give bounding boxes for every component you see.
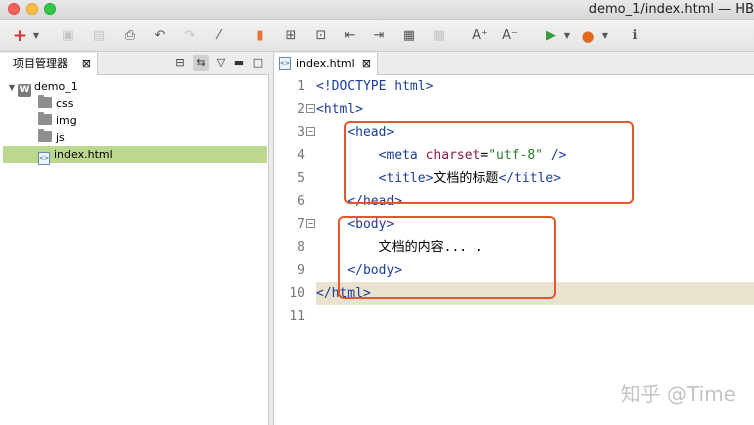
browser-dropdown-icon[interactable]: ▼ (600, 26, 610, 46)
head-highlight-box (344, 121, 634, 204)
tab-index-html[interactable]: <> index.html ⊠ (274, 53, 378, 75)
save-icon[interactable]: ▣ (58, 26, 78, 46)
line-number: 2 (297, 102, 305, 117)
collapse-all-icon[interactable]: ⊟ (172, 55, 188, 71)
line-number: 9 (297, 263, 305, 278)
new-dropdown-icon[interactable]: ▼ (31, 26, 41, 46)
font-increase-icon[interactable]: A⁺ (470, 26, 490, 46)
body-highlight-box (338, 216, 556, 299)
new-icon[interactable]: + (10, 26, 30, 46)
bookmark-icon[interactable]: ▮ (250, 26, 270, 46)
preview-icon[interactable]: ▦ (399, 26, 419, 46)
close-tab-icon[interactable]: ⊠ (82, 53, 91, 75)
fold-toggle-icon[interactable]: − (306, 219, 315, 228)
code-line-1: <!DOCTYPE html> (316, 75, 754, 98)
tree-item-project[interactable]: ▼ Wdemo_1 (6, 78, 78, 97)
watermark: 知乎 @Time (620, 382, 736, 406)
project-manager-panel: 项目管理器 ⊠ ⊟ ⇆ ▽ ▬ □ ▼ Wdemo_1 css img js <>… (0, 53, 269, 425)
view-menu-icon[interactable]: ▽ (213, 55, 229, 71)
tree-item-folder-js[interactable]: js (38, 129, 65, 146)
font-decrease-icon[interactable]: A⁻ (500, 26, 520, 46)
tree-item-label: js (56, 131, 65, 144)
project-icon: W (18, 84, 31, 97)
undo-icon[interactable]: ↶ (150, 26, 170, 46)
title-bar: demo_1/index.html — HB (0, 0, 754, 20)
tree-item-folder-css[interactable]: css (38, 95, 74, 112)
line-number: 3 (297, 125, 305, 140)
fold-toggle-icon[interactable]: − (306, 127, 315, 136)
ide-window: demo_1/index.html — HB + ▼ ▣ ▤ ⎙ ↶ ↷ ⁄ ▮… (0, 0, 754, 425)
tree-item-label: demo_1 (34, 80, 78, 93)
doctype-text: <!DOCTYPE html> (316, 79, 434, 94)
maximize-panel-icon[interactable]: □ (250, 55, 266, 71)
close-window-button[interactable] (8, 3, 20, 15)
line-number-gutter: 1 2 3 4 5 6 7 8 9 10 11 − − − (274, 75, 316, 425)
line-number: 10 (289, 286, 305, 301)
minimize-window-button[interactable] (26, 3, 38, 15)
firefox-icon[interactable]: ● (578, 26, 598, 46)
folder-icon (38, 95, 52, 108)
format-icon[interactable]: ⁄ (209, 26, 229, 46)
editor-tab-label: index.html (296, 57, 355, 70)
html-file-icon: <> (38, 152, 50, 165)
line-number: 1 (297, 79, 305, 94)
line-number: 8 (297, 240, 305, 255)
code-area[interactable]: <!DOCTYPE html> <html> <head> <meta char… (316, 75, 754, 425)
go-back-icon[interactable]: ⇤ (340, 26, 360, 46)
code-line-2: <html> (316, 98, 754, 121)
line-number: 5 (297, 171, 305, 186)
html-file-icon: <> (279, 57, 291, 70)
info-icon[interactable]: ℹ (625, 26, 645, 46)
publish-icon[interactable]: ⎙ (120, 26, 140, 46)
tree-item-folder-img[interactable]: img (38, 112, 77, 129)
run-icon[interactable]: ▶ (541, 26, 561, 46)
tree-item-label: img (56, 114, 77, 127)
main-toolbar: + ▼ ▣ ▤ ⎙ ↶ ↷ ⁄ ▮ ⊞ ⊡ ⇤ ⇥ ▦ ▦ A⁺ A⁻ ▶ ▼ … (0, 20, 754, 52)
editor-tab-bar: <> index.html ⊠ (274, 53, 754, 75)
redo-icon[interactable]: ↷ (180, 26, 200, 46)
tree-item-label: css (56, 97, 74, 110)
folder-icon (38, 112, 52, 125)
expand-arrow-icon[interactable]: ▼ (6, 79, 18, 96)
new-folder-icon[interactable]: ⊡ (311, 26, 331, 46)
zoom-window-button[interactable] (44, 3, 56, 15)
close-tab-icon[interactable]: ⊠ (362, 53, 371, 75)
tree-item-file-index[interactable]: <> index.html (3, 146, 267, 165)
line-number: 11 (289, 309, 305, 324)
code-editor: <> index.html ⊠ 1 2 3 4 5 6 7 8 9 10 11 … (273, 53, 754, 425)
link-editor-icon[interactable]: ⇆ (193, 55, 209, 71)
line-number: 4 (297, 148, 305, 163)
tab-project-manager[interactable]: 项目管理器 ⊠ (0, 53, 98, 75)
new-file-icon[interactable]: ⊞ (281, 26, 301, 46)
tab-project-manager-label: 项目管理器 (13, 57, 68, 70)
preview-alt-icon[interactable]: ▦ (429, 26, 449, 46)
save-all-icon[interactable]: ▤ (89, 26, 109, 46)
folder-icon (38, 129, 52, 142)
fold-toggle-icon[interactable]: − (306, 104, 315, 113)
run-dropdown-icon[interactable]: ▼ (562, 26, 572, 46)
tree-item-label: index.html (54, 148, 113, 161)
html-open-tag: <html> (316, 102, 363, 117)
minimize-panel-icon[interactable]: ▬ (231, 55, 247, 71)
line-number: 6 (297, 194, 305, 209)
window-title: demo_1/index.html — HB (588, 2, 754, 17)
panel-header: 项目管理器 ⊠ ⊟ ⇆ ▽ ▬ □ (0, 53, 269, 75)
line-number: 7 (297, 217, 305, 232)
go-forward-icon[interactable]: ⇥ (369, 26, 389, 46)
